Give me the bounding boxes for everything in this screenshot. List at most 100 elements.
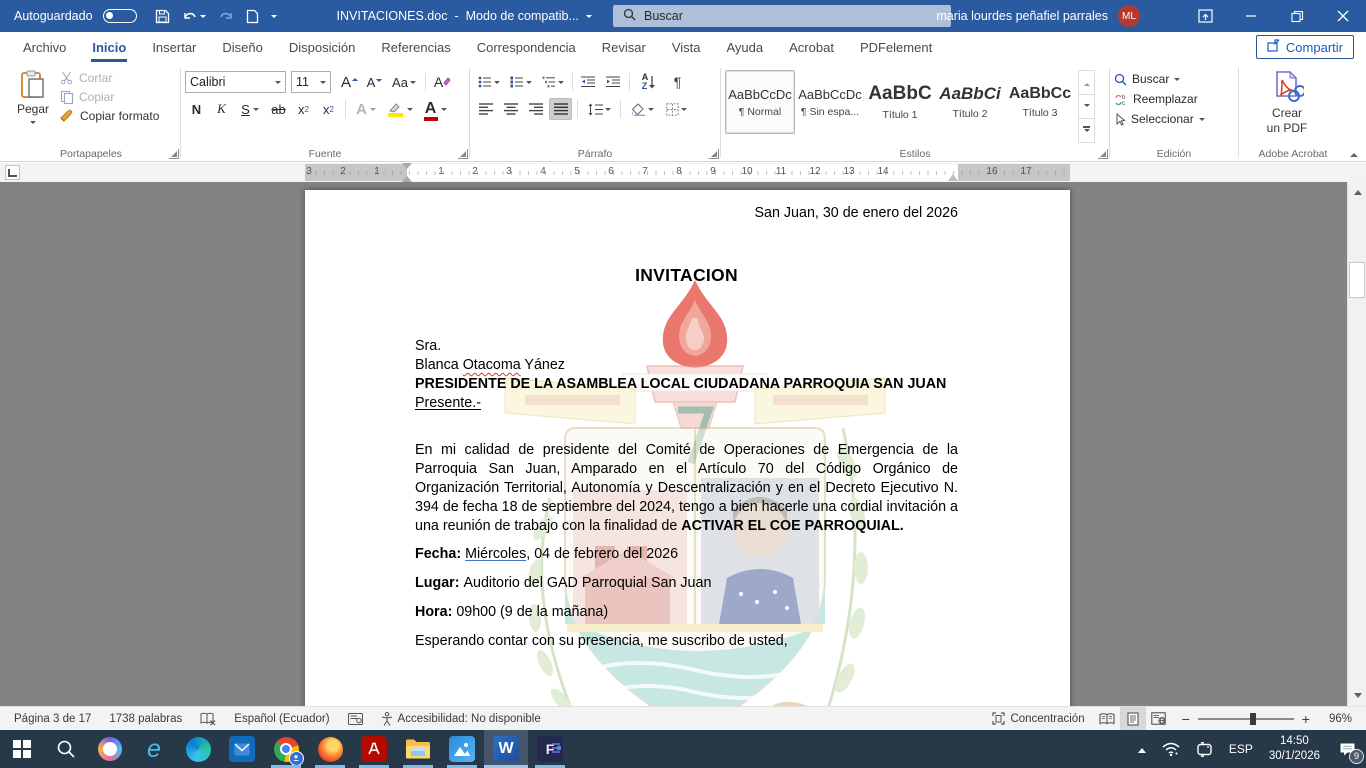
show-hidden-icons-chevron[interactable] [1130,730,1154,768]
bold-button[interactable]: N [185,98,208,120]
align-center-button[interactable] [499,98,522,120]
style-titulo-1[interactable]: AaBbC Título 1 [865,70,935,134]
notification-center-button[interactable]: 9 [1328,730,1366,768]
document-text[interactable]: San Juan, 30 de enero del 2026 INVITACIO… [305,190,1070,651]
styles-more-button[interactable] [1079,119,1094,142]
language-switcher[interactable]: ESP [1221,730,1261,768]
page-settings-icon[interactable] [339,707,372,731]
tab-selector[interactable] [5,165,20,180]
tab-acrobat[interactable]: Acrobat [776,32,847,62]
fuente-dialog-launcher[interactable] [458,149,468,159]
hanging-indent-marker[interactable] [402,171,412,182]
copy-button[interactable]: Copiar [60,90,159,104]
increase-indent-button[interactable] [602,71,625,93]
tab-revisar[interactable]: Revisar [589,32,659,62]
restore-button[interactable] [1274,0,1320,32]
replace-button[interactable]: bc Reemplazar [1114,92,1205,106]
taskbar-word-icon[interactable]: W [484,730,528,768]
tab-pdfelement[interactable]: PDFelement [847,32,945,62]
scroll-up-button[interactable] [1350,184,1365,199]
minimize-button[interactable] [1228,0,1274,32]
find-button[interactable]: Buscar [1114,72,1205,86]
redo-button[interactable] [218,9,234,24]
tab-correspondencia[interactable]: Correspondencia [464,32,589,62]
shading-button[interactable] [626,98,658,120]
format-painter-button[interactable]: Copiar formato [60,109,159,123]
language-indicator[interactable]: Español (Ecuador) [225,707,338,731]
clear-formatting-button[interactable]: A [431,71,454,93]
numbering-button[interactable] [506,71,536,93]
create-pdf-button[interactable]: Crear un PDF [1243,66,1331,143]
search-box[interactable]: Buscar [613,5,951,27]
taskbar-firefox-icon[interactable] [308,730,352,768]
decrease-indent-button[interactable] [577,71,600,93]
taskbar-pdfelement-icon[interactable]: F [528,730,572,768]
taskbar-search-button[interactable] [44,730,88,768]
proofing-errors-icon[interactable] [191,707,225,731]
tab-diseno[interactable]: Diseño [209,32,275,62]
select-button[interactable]: Seleccionar [1114,112,1205,126]
taskbar-acrobat-icon[interactable] [352,730,396,768]
user-name[interactable]: maria lourdes peñafiel parrales [936,9,1108,23]
taskbar-internet-explorer-icon[interactable]: e [132,730,176,768]
tab-ayuda[interactable]: Ayuda [713,32,776,62]
style-normal[interactable]: AaBbCcDc ¶ Normal [725,70,795,134]
title-chevron-icon[interactable] [586,15,592,21]
ribbon-display-options-button[interactable] [1182,0,1228,32]
cut-button[interactable]: Cortar [60,71,159,85]
align-left-button[interactable] [474,98,497,120]
word-count[interactable]: 1738 palabras [100,707,191,731]
bullets-button[interactable] [474,71,504,93]
borders-button[interactable] [660,98,692,120]
share-button[interactable]: Compartir [1256,35,1354,59]
text-highlight-button[interactable] [383,98,417,120]
sort-button[interactable]: AZ [634,71,664,93]
subscript-button[interactable]: x2 [292,98,315,120]
show-paragraph-marks-button[interactable]: ¶ [666,71,689,93]
parrafo-dialog-launcher[interactable] [709,149,719,159]
taskbar-outlook-icon[interactable] [220,730,264,768]
estilos-dialog-launcher[interactable] [1098,149,1108,159]
multilevel-list-button[interactable] [538,71,568,93]
styles-scroll-down-button[interactable] [1079,95,1094,119]
scrollbar-thumb[interactable] [1349,262,1365,298]
collapse-ribbon-chevron-icon[interactable] [1350,149,1358,157]
taskbar-clock[interactable]: 14:50 30/1/2026 [1261,734,1328,764]
paste-button[interactable]: Pegar [6,66,60,143]
taskbar-edge-icon[interactable] [176,730,220,768]
tab-insertar[interactable]: Insertar [139,32,209,62]
style-titulo-2[interactable]: AaBbCi Título 2 [935,70,1005,134]
right-indent-marker[interactable] [948,169,958,181]
scroll-down-button[interactable] [1350,689,1365,704]
start-button[interactable] [0,730,44,768]
wifi-icon[interactable] [1154,730,1188,768]
italic-button[interactable]: K [210,98,233,120]
tab-referencias[interactable]: Referencias [368,32,463,62]
tab-disposicion[interactable]: Disposición [276,32,368,62]
superscript-button[interactable]: x2 [317,98,340,120]
tab-inicio[interactable]: Inicio [79,32,139,62]
text-effects-button[interactable]: A [351,98,381,120]
vertical-scrollbar[interactable] [1347,182,1366,706]
horizontal-ruler[interactable]: 3 2 1 1 2 3 4 5 6 7 8 9 10 11 12 13 14 1… [305,164,1070,181]
zoom-percentage[interactable]: 96% [1320,707,1366,731]
document-canvas[interactable]: San Juan, 30 de enero del 2026 INVITACIO… [0,182,1347,706]
justify-button[interactable] [549,98,572,120]
zoom-out-button[interactable]: − [1182,711,1190,727]
font-size-select[interactable]: 11 [291,71,331,93]
taskbar-copilot-icon[interactable] [88,730,132,768]
undo-button[interactable] [182,9,206,24]
font-family-select[interactable]: Calibri [185,71,286,93]
taskbar-photos-icon[interactable] [440,730,484,768]
shrink-font-button[interactable]: A [363,71,386,93]
save-icon[interactable] [155,9,170,24]
zoom-in-button[interactable]: + [1302,711,1310,727]
avatar[interactable]: ML [1118,5,1140,27]
underline-button[interactable]: S [235,98,265,120]
align-right-button[interactable] [524,98,547,120]
accessibility-status[interactable]: Accesibilidad: No disponible [372,707,550,731]
change-case-button[interactable]: Aa [388,71,420,93]
portapapeles-dialog-launcher[interactable] [169,149,179,159]
autosave-toggle[interactable] [103,9,137,23]
zoom-slider-thumb[interactable] [1250,713,1256,725]
